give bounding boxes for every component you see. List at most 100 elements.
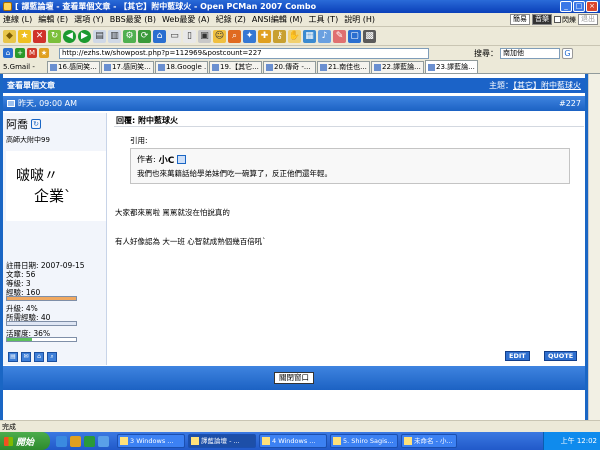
close-window-button[interactable]: × <box>586 1 598 12</box>
quote-button[interactable]: QUOTE <box>544 351 578 361</box>
menu-ansi-edit[interactable]: ANSI編輯 (M) <box>252 14 303 25</box>
maximize-button[interactable]: □ <box>573 1 585 12</box>
quote-text: 我們也來萬籍話給學弟妹們吃一碗算了，反正他們還年輕。 <box>137 169 332 178</box>
activity-bar-fill <box>7 338 32 341</box>
username-row: 阿喬 ↻ <box>6 116 41 132</box>
back-icon[interactable]: ◀ <box>63 29 76 43</box>
taskbar-item-forum[interactable]: 譯藍論壇 - ... <box>188 434 256 448</box>
taskbar-item-shiro[interactable]: 5. Shiro Sagis... <box>330 434 398 448</box>
address-bar: ⌂ + M ★ http://ezhs.tw/showpost.php?p=11… <box>0 46 600 60</box>
tab-8[interactable]: 22.譯藍論... <box>371 61 424 73</box>
menu-web-favorites[interactable]: Web最愛 (A) <box>162 14 210 25</box>
taskbar-item-windows-group-2[interactable]: 4 Windows ... <box>259 434 327 448</box>
puzzle-icon[interactable]: ✚ <box>258 29 271 43</box>
copy-icon[interactable]: ▤ <box>93 29 106 43</box>
forward-icon[interactable]: ▶ <box>78 29 91 43</box>
taskbar-item-2-label: 譯藍論壇 - ... <box>201 437 240 445</box>
menu-history[interactable]: 紀錄 (Z) <box>216 14 246 25</box>
user-search-icon[interactable]: ⌕ <box>47 352 57 362</box>
tab-9-favicon <box>428 63 435 71</box>
menu-bbs-favorites[interactable]: BBS最愛 (B) <box>110 14 156 25</box>
music-app-icon <box>333 437 341 445</box>
menu-help[interactable]: 說明 (H) <box>344 14 375 25</box>
print-icon[interactable]: ▣ <box>198 29 211 43</box>
flash-toggle[interactable]: 閃爍 <box>554 15 576 25</box>
topic-link[interactable]: 【其它】附中藍球火 <box>513 81 581 90</box>
document-icon[interactable]: ▯ <box>183 29 196 43</box>
tab-3[interactable]: 17.感同笑... <box>101 61 154 73</box>
view-post-icon[interactable] <box>177 155 187 164</box>
tab-4[interactable]: 18.Google ... <box>155 61 208 73</box>
simplified-mode-button[interactable]: 簡易 <box>510 14 530 25</box>
music-note-icon[interactable]: ♪ <box>318 29 331 43</box>
menu-options[interactable]: 選項 (Y) <box>74 14 104 25</box>
tab-6[interactable]: 20.傳奇 -... <box>263 61 316 73</box>
page-icon[interactable]: ▭ <box>168 29 181 43</box>
google-icon[interactable]: G <box>562 47 573 59</box>
reconnect-icon[interactable]: ↻ <box>48 29 61 43</box>
quote-box: 作者: 小C 我們也來萬籍話給學弟妹們吃一碗算了，反正他們還年輕。 <box>130 148 570 184</box>
small-bookmark-icon[interactable]: ★ <box>39 48 49 58</box>
search-input[interactable]: 南加他 <box>500 47 560 59</box>
menubar: 連線 (L) 編輯 (E) 選項 (Y) BBS最愛 (B) Web最愛 (A)… <box>0 13 600 27</box>
start-button[interactable]: 開始 <box>0 432 50 450</box>
messenger-icon[interactable] <box>84 435 95 447</box>
palette-icon[interactable]: ✎ <box>333 29 346 43</box>
grid-icon[interactable]: ▩ <box>363 29 376 43</box>
user-icon[interactable]: ☺ <box>213 29 226 43</box>
menu-connect[interactable]: 連線 (L) <box>3 14 32 25</box>
topic-label: 主題： <box>489 81 513 90</box>
pcman-icon <box>191 437 199 445</box>
small-add-icon[interactable]: + <box>15 48 25 58</box>
ie-icon[interactable] <box>56 435 67 447</box>
flash-checkbox[interactable] <box>554 16 561 23</box>
post-divider <box>114 126 584 127</box>
picture-icon[interactable]: ▦ <box>303 29 316 43</box>
minimize-button[interactable]: _ <box>560 1 572 12</box>
message-icon[interactable]: ✉ <box>21 352 31 362</box>
settings-icon[interactable]: ⚙ <box>123 29 136 43</box>
disconnect-icon[interactable]: ✕ <box>33 29 46 43</box>
window-icon[interactable]: ▢ <box>348 29 361 43</box>
favorites-icon[interactable]: ★ <box>18 29 31 43</box>
clock[interactable]: 上午 12:02 <box>561 437 597 445</box>
taskbar-item-paint[interactable]: 未命名 - 小... <box>401 434 457 448</box>
tab-1[interactable]: 5.Gmail - <box>0 61 46 73</box>
menu-tools[interactable]: 工具 (T) <box>309 14 339 25</box>
close-window-link[interactable]: 關閉窗口 <box>274 372 314 384</box>
window-controls: _ □ × <box>560 1 598 12</box>
refresh-icon[interactable]: ⟳ <box>138 29 151 43</box>
key-icon[interactable]: ⚷ <box>273 29 286 43</box>
folder-icon <box>262 437 270 445</box>
profile-icon[interactable]: ▤ <box>8 352 18 362</box>
flash-label: 閃爍 <box>562 15 576 24</box>
edit-button[interactable]: EDIT <box>505 351 530 361</box>
desktop-icon[interactable] <box>98 435 109 447</box>
post-time: 昨天, 09:00 AM <box>18 99 78 108</box>
music-button[interactable]: 音樂 <box>532 14 552 25</box>
window-titlebar: [ 譯藍論壇 - 查看單個文章 - 【其它】附中藍球火 - Open PCMan… <box>0 0 600 13</box>
tab-5[interactable]: 19.【其它... <box>209 61 262 73</box>
taskbar-item-windows-group-1[interactable]: 3 Windows ... <box>117 434 185 448</box>
vertical-scrollbar[interactable] <box>588 74 600 420</box>
post-title: 回覆: 附中藍球火 <box>116 116 178 125</box>
username[interactable]: 阿喬 <box>6 116 28 132</box>
small-home-icon[interactable]: ⌂ <box>3 48 13 58</box>
tab-2[interactable]: 16.感同笑... <box>47 61 100 73</box>
tab-7[interactable]: 21.南佳也... <box>317 61 370 73</box>
search-tool-icon[interactable]: ⌕ <box>228 29 241 43</box>
exit-button[interactable]: 退出 <box>578 14 598 25</box>
network-icon[interactable]: ✦ <box>243 29 256 43</box>
tab-3-favicon <box>104 64 111 71</box>
small-gmail-icon[interactable]: M <box>27 48 37 58</box>
tab-9-active[interactable]: 23.譯藍論... <box>425 60 478 73</box>
media-player-icon[interactable] <box>70 435 81 447</box>
menu-edit[interactable]: 編輯 (E) <box>38 14 68 25</box>
homepage-icon[interactable]: ⌂ <box>34 352 44 362</box>
home-icon[interactable]: ⌂ <box>153 29 166 43</box>
paste-icon[interactable]: ▥ <box>108 29 121 43</box>
new-connection-icon[interactable]: ◆ <box>3 29 16 43</box>
post-number[interactable]: #227 <box>559 99 581 108</box>
hand-icon[interactable]: ✋ <box>288 29 301 43</box>
url-input[interactable]: http://ezhs.tw/showpost.php?p=112969&pos… <box>59 47 429 59</box>
